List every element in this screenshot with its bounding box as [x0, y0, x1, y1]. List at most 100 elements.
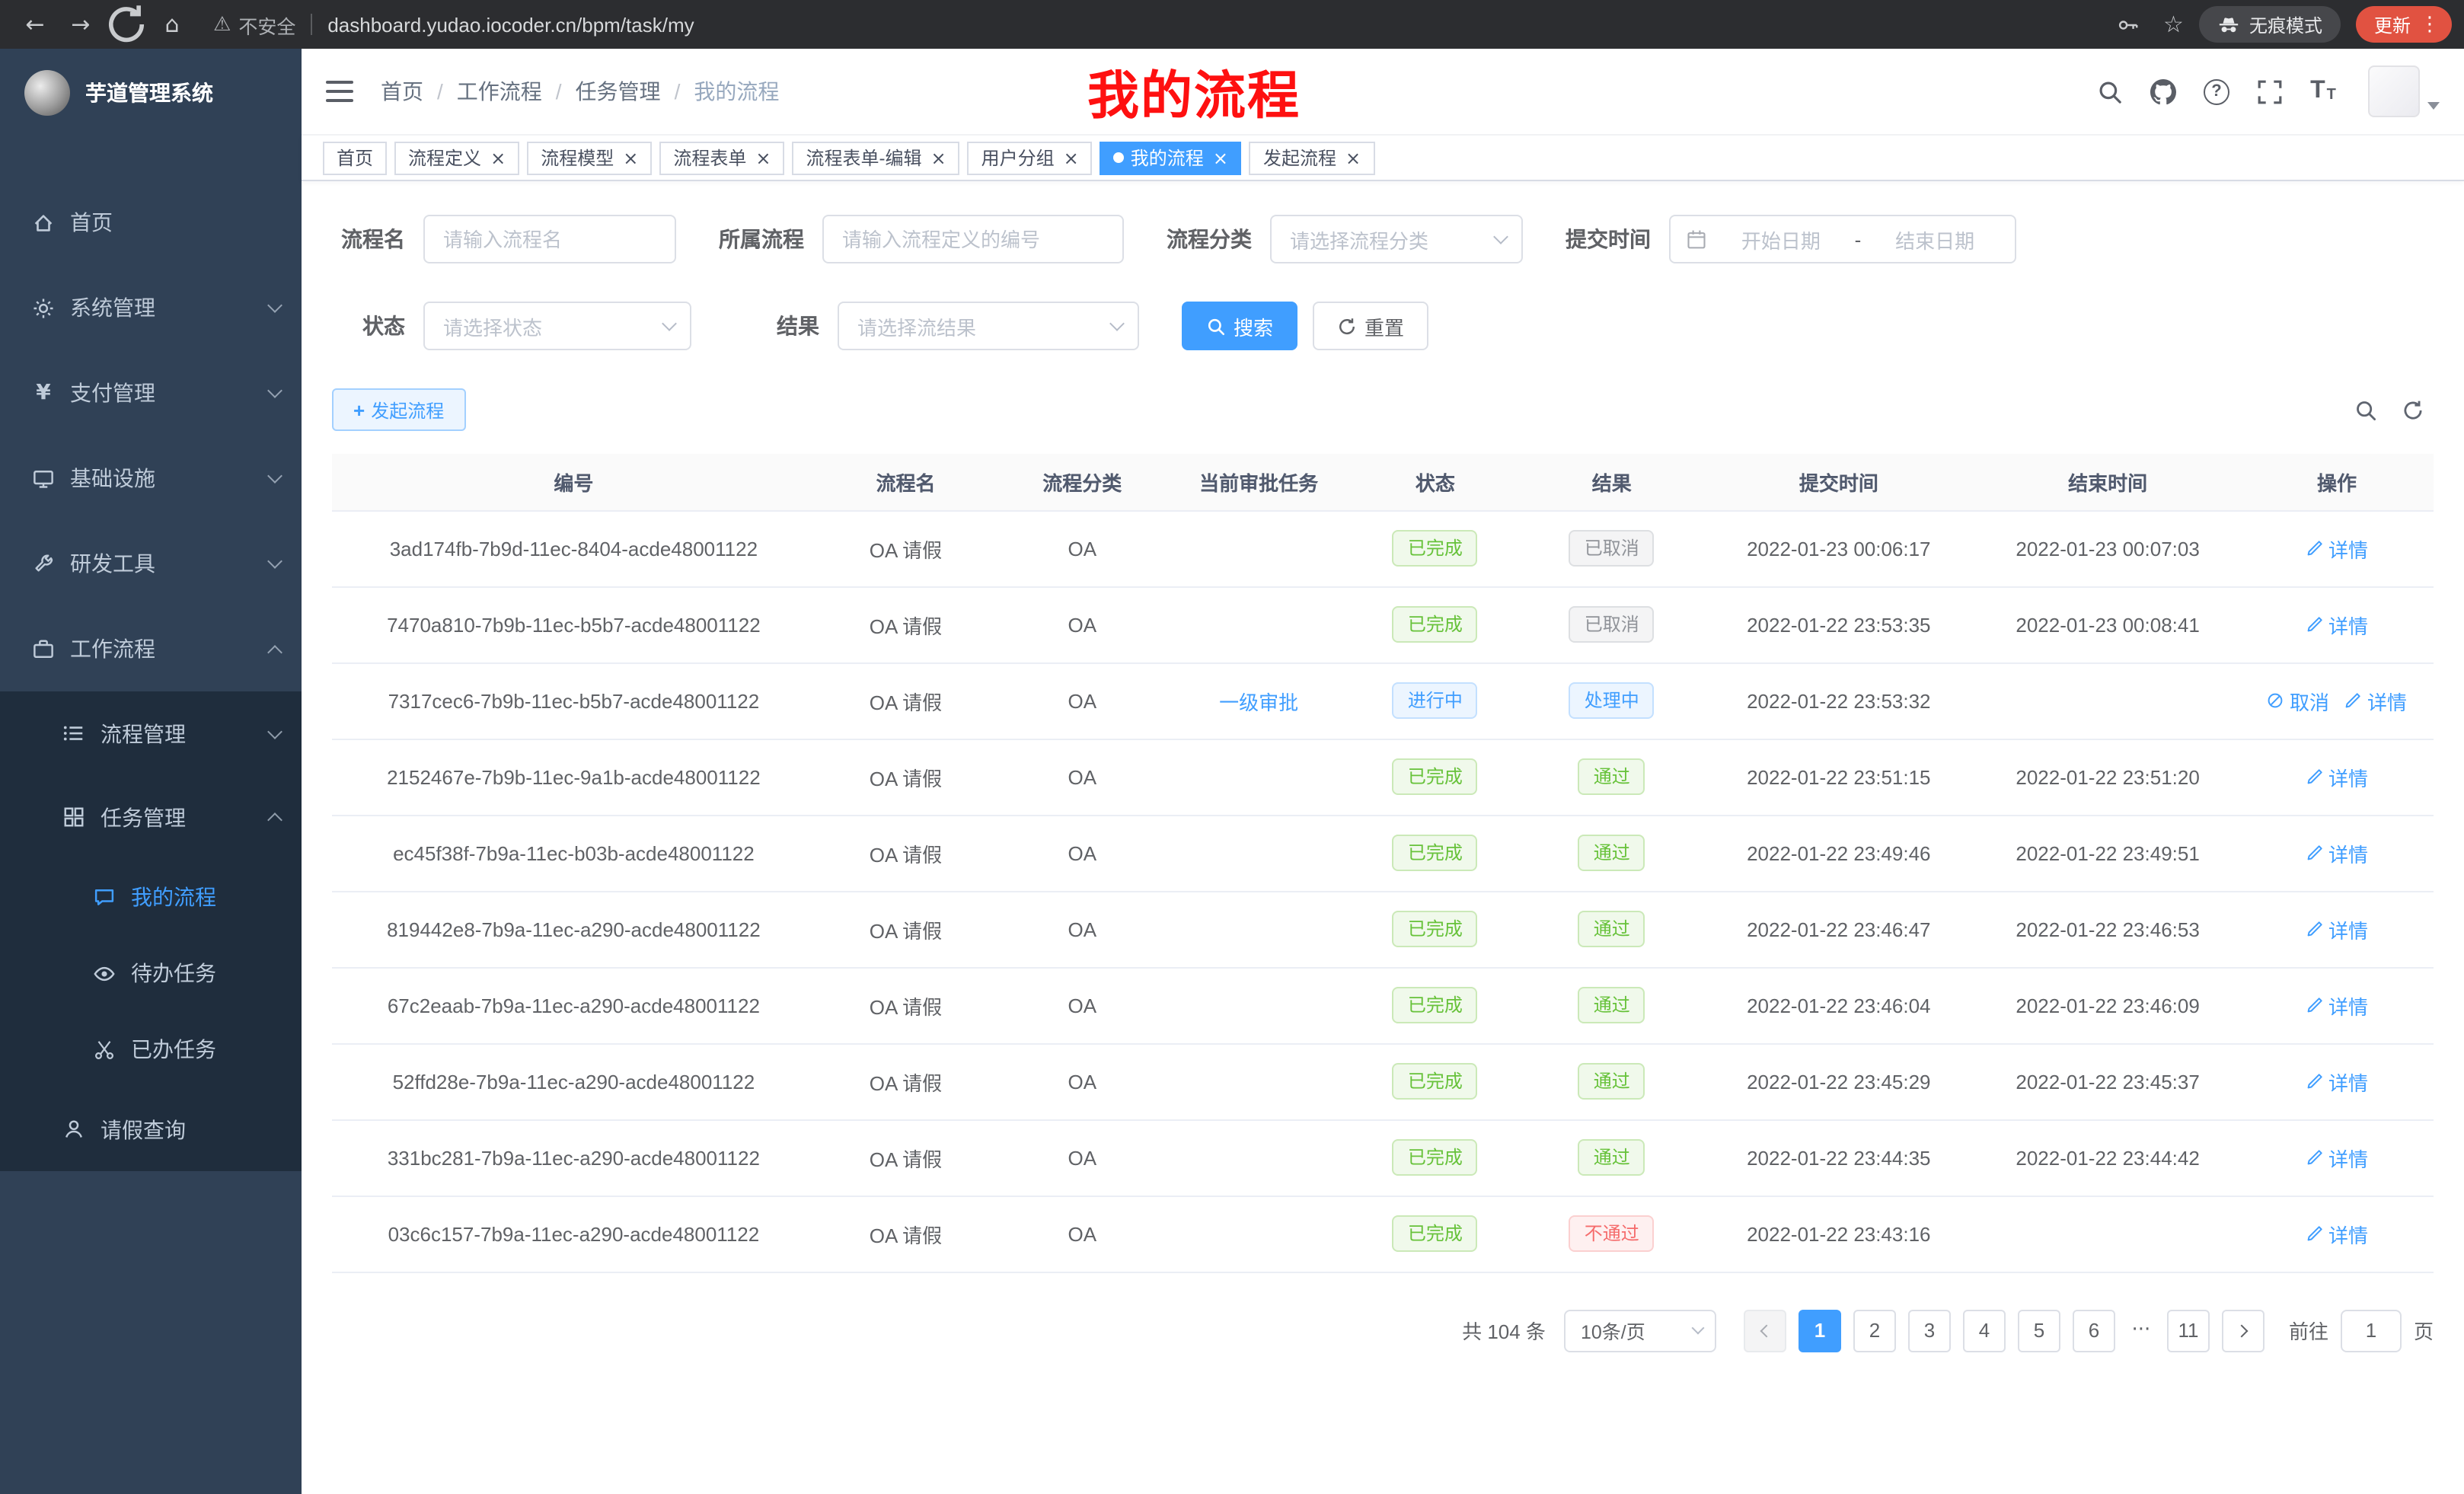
sidebar-item-workflow[interactable]: 工作流程 — [0, 606, 302, 691]
sidebar-item-leave-query[interactable]: 请假查询 — [0, 1087, 302, 1171]
pager-page-2[interactable]: 2 — [1853, 1309, 1896, 1352]
breadcrumb-workflow[interactable]: 工作流程 — [457, 76, 542, 107]
process-name-input[interactable] — [423, 215, 676, 263]
browser-forward-icon[interactable]: → — [58, 2, 104, 47]
tab-close-icon[interactable]: × — [1213, 148, 1228, 167]
toggle-search-icon[interactable] — [2354, 398, 2377, 421]
cancel-link[interactable]: 取消 — [2267, 686, 2329, 715]
bookmark-star-icon[interactable]: ☆ — [2163, 11, 2184, 38]
sidebar-item-infrastructure[interactable]: 基础设施 — [0, 436, 302, 521]
app-logo[interactable]: 芋道管理系统 — [0, 49, 302, 137]
tab-close-icon[interactable]: × — [1064, 148, 1079, 167]
cell-name: OA 请假 — [815, 1196, 996, 1272]
search-button[interactable]: 搜索 — [1182, 302, 1297, 350]
refresh-table-icon[interactable] — [2402, 398, 2424, 421]
process-def-input[interactable] — [822, 215, 1124, 263]
github-icon[interactable] — [2149, 77, 2178, 106]
list-icon — [61, 720, 87, 746]
address-bar-url[interactable]: dashboard.yudao.iocoder.cn/bpm/task/my — [327, 13, 694, 36]
cell-end-time: 2022-01-22 23:46:53 — [1975, 891, 2240, 967]
reset-button[interactable]: 重置 — [1313, 302, 1428, 350]
detail-link[interactable]: 详情 — [2306, 1143, 2368, 1172]
font-size-icon[interactable]: TT — [2309, 77, 2338, 106]
hamburger-icon[interactable] — [326, 81, 353, 102]
pager-page-5[interactable]: 5 — [2018, 1309, 2060, 1352]
sidebar-item-process-management[interactable]: 流程管理 — [0, 691, 302, 775]
browser-home-icon[interactable]: ⌂ — [149, 2, 195, 47]
detail-link[interactable]: 详情 — [2306, 1067, 2368, 1096]
submit-time-range-picker[interactable]: 开始日期 - 结束日期 — [1669, 215, 2016, 263]
sidebar-item-dev-tools[interactable]: 研发工具 — [0, 521, 302, 606]
tab-item-6-active[interactable]: 我的流程× — [1100, 141, 1242, 174]
tab-item-1[interactable]: 流程定义× — [394, 141, 519, 174]
pager-page-6[interactable]: 6 — [2073, 1309, 2115, 1352]
detail-link[interactable]: 详情 — [2306, 991, 2368, 1020]
sidebar-item-dashboard[interactable]: 首页 — [0, 180, 302, 265]
password-key-icon[interactable] — [2111, 13, 2145, 36]
goto-page-input[interactable] — [2341, 1309, 2402, 1352]
detail-link[interactable]: 详情 — [2306, 1219, 2368, 1248]
tab-item-4[interactable]: 流程表单-编辑× — [793, 141, 960, 174]
tab-close-icon[interactable]: × — [490, 148, 506, 167]
site-security-indicator[interactable]: ⚠ 不安全 dashboard.yudao.iocoder.cn/bpm/tas… — [213, 10, 694, 39]
avatar[interactable] — [2368, 65, 2420, 117]
pager-page-4[interactable]: 4 — [1963, 1309, 2006, 1352]
detail-link[interactable]: 详情 — [2344, 686, 2407, 715]
edit-icon — [2306, 768, 2324, 786]
detail-link[interactable]: 详情 — [2306, 915, 2368, 943]
chevron-down-icon — [267, 383, 282, 398]
detail-link[interactable]: 详情 — [2306, 838, 2368, 867]
search-icon[interactable] — [2095, 77, 2124, 106]
user-menu[interactable] — [2368, 65, 2440, 117]
pager-prev-button[interactable] — [1744, 1309, 1786, 1352]
filter-row-2: 状态 请选择状态 结果 请选择流结果 — [332, 302, 2434, 350]
tab-close-icon[interactable]: × — [623, 148, 638, 167]
pager-page-1[interactable]: 1 — [1799, 1309, 1841, 1352]
tab-close-icon[interactable]: × — [1345, 148, 1361, 167]
browser-update-button[interactable]: 更新 ⋮ — [2356, 6, 2452, 43]
detail-link[interactable]: 详情 — [2306, 762, 2368, 791]
page-size-select[interactable]: 10条/页 — [1564, 1309, 1716, 1352]
cell-id: 52ffd28e-7b9a-11ec-a290-acde48001122 — [332, 1043, 815, 1119]
pager-page-3[interactable]: 3 — [1908, 1309, 1951, 1352]
pagination-total: 共 104 条 — [1462, 1316, 1546, 1345]
sidebar-item-my-process[interactable]: 我的流程 — [0, 859, 302, 935]
pager-page-11[interactable]: 11 — [2167, 1309, 2210, 1352]
status-select[interactable]: 请选择状态 — [423, 302, 691, 350]
edit-icon — [2306, 1148, 2324, 1167]
detail-link[interactable]: 详情 — [2306, 534, 2368, 563]
tab-item-7[interactable]: 发起流程× — [1250, 141, 1374, 174]
sidebar-item-pending-tasks[interactable]: 待办任务 — [0, 935, 302, 1011]
tab-item-0[interactable]: 首页 — [323, 141, 387, 174]
cell-id: 331bc281-7b9a-11ec-a290-acde48001122 — [332, 1119, 815, 1196]
tab-close-icon[interactable]: × — [755, 148, 771, 167]
tab-item-3[interactable]: 流程表单× — [659, 141, 784, 174]
result-select[interactable]: 请选择流结果 — [838, 302, 1139, 350]
tab-item-2[interactable]: 流程模型× — [527, 141, 652, 174]
caret-down-icon — [2427, 101, 2440, 109]
detail-link[interactable]: 详情 — [2306, 610, 2368, 639]
browser-back-icon[interactable]: ← — [12, 2, 58, 47]
pager-next-button[interactable] — [2222, 1309, 2265, 1352]
sidebar-item-system-management[interactable]: 系统管理 — [0, 265, 302, 350]
start-process-button[interactable]: + 发起流程 — [332, 388, 465, 431]
sidebar-item-done-tasks[interactable]: 已办任务 — [0, 1011, 302, 1087]
tab-item-5[interactable]: 用户分组× — [968, 141, 1093, 174]
sidebar-item-payment-management[interactable]: ¥ 支付管理 — [0, 350, 302, 436]
edit-icon — [2306, 1072, 2324, 1090]
browser-menu-icon[interactable]: ⋮ — [2420, 13, 2440, 36]
current-task-link[interactable]: 一级审批 — [1219, 691, 1298, 713]
plus-icon: + — [353, 398, 365, 421]
help-icon[interactable]: ? — [2202, 77, 2231, 106]
chevron-down-icon — [1691, 1322, 1704, 1335]
fullscreen-icon[interactable] — [2255, 77, 2284, 106]
pager-ellipsis[interactable]: ··· — [2124, 1319, 2158, 1342]
category-select[interactable]: 请选择流程分类 — [1270, 215, 1523, 263]
cell-id: 819442e8-7b9a-11ec-a290-acde48001122 — [332, 891, 815, 967]
browser-reload-icon[interactable] — [104, 2, 149, 47]
breadcrumb-task-management[interactable]: 任务管理 — [576, 76, 661, 107]
sidebar-item-task-management[interactable]: 任务管理 — [0, 775, 302, 859]
breadcrumb-home[interactable]: 首页 — [381, 76, 423, 107]
tab-close-icon[interactable]: × — [931, 148, 946, 167]
cell-category: OA — [996, 510, 1168, 586]
